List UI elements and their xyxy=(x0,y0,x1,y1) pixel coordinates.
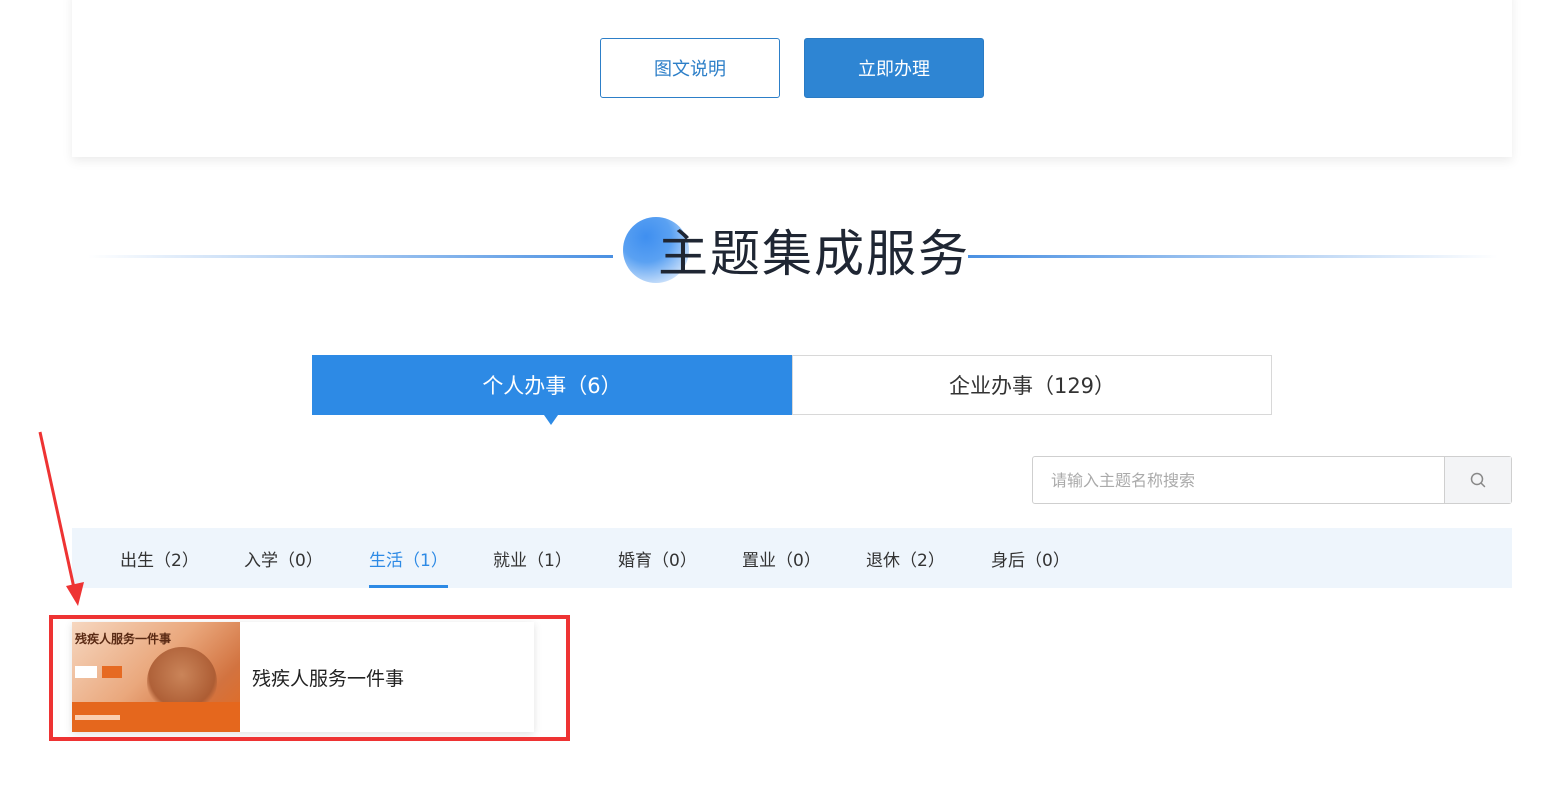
annotation-highlight-box xyxy=(49,615,570,741)
tab-personal-affairs[interactable]: 个人办事（6） xyxy=(312,355,792,425)
search-button[interactable] xyxy=(1444,457,1511,503)
theme-search-box xyxy=(1032,456,1512,504)
search-icon xyxy=(1470,472,1486,488)
title-divider-right xyxy=(968,255,1498,258)
annotation-arrow-icon xyxy=(38,431,84,606)
category-school-entry[interactable]: 入学（0） xyxy=(244,528,323,588)
category-retirement[interactable]: 退休（2） xyxy=(866,528,945,588)
category-employment[interactable]: 就业（1） xyxy=(493,528,572,588)
tab-enterprise-affairs[interactable]: 企业办事（129） xyxy=(792,355,1272,415)
category-after-death[interactable]: 身后（0） xyxy=(991,528,1070,588)
category-living[interactable]: 生活（1） xyxy=(369,528,448,588)
category-property[interactable]: 置业（0） xyxy=(742,528,821,588)
category-birth[interactable]: 出生（2） xyxy=(120,528,199,588)
category-marriage-childbirth[interactable]: 婚育（0） xyxy=(618,528,697,588)
service-detail-card: 图文说明 立即办理 xyxy=(72,0,1512,157)
section-title: 主题集成服务 xyxy=(658,225,970,283)
theme-search-input[interactable] xyxy=(1033,457,1444,503)
graphic-description-button[interactable]: 图文说明 xyxy=(600,38,780,98)
title-divider-left xyxy=(88,255,613,258)
category-bar: 出生（2） 入学（0） 生活（1） 就业（1） 婚育（0） 置业（0） 退休（2… xyxy=(72,528,1512,588)
apply-now-button[interactable]: 立即办理 xyxy=(804,38,984,98)
